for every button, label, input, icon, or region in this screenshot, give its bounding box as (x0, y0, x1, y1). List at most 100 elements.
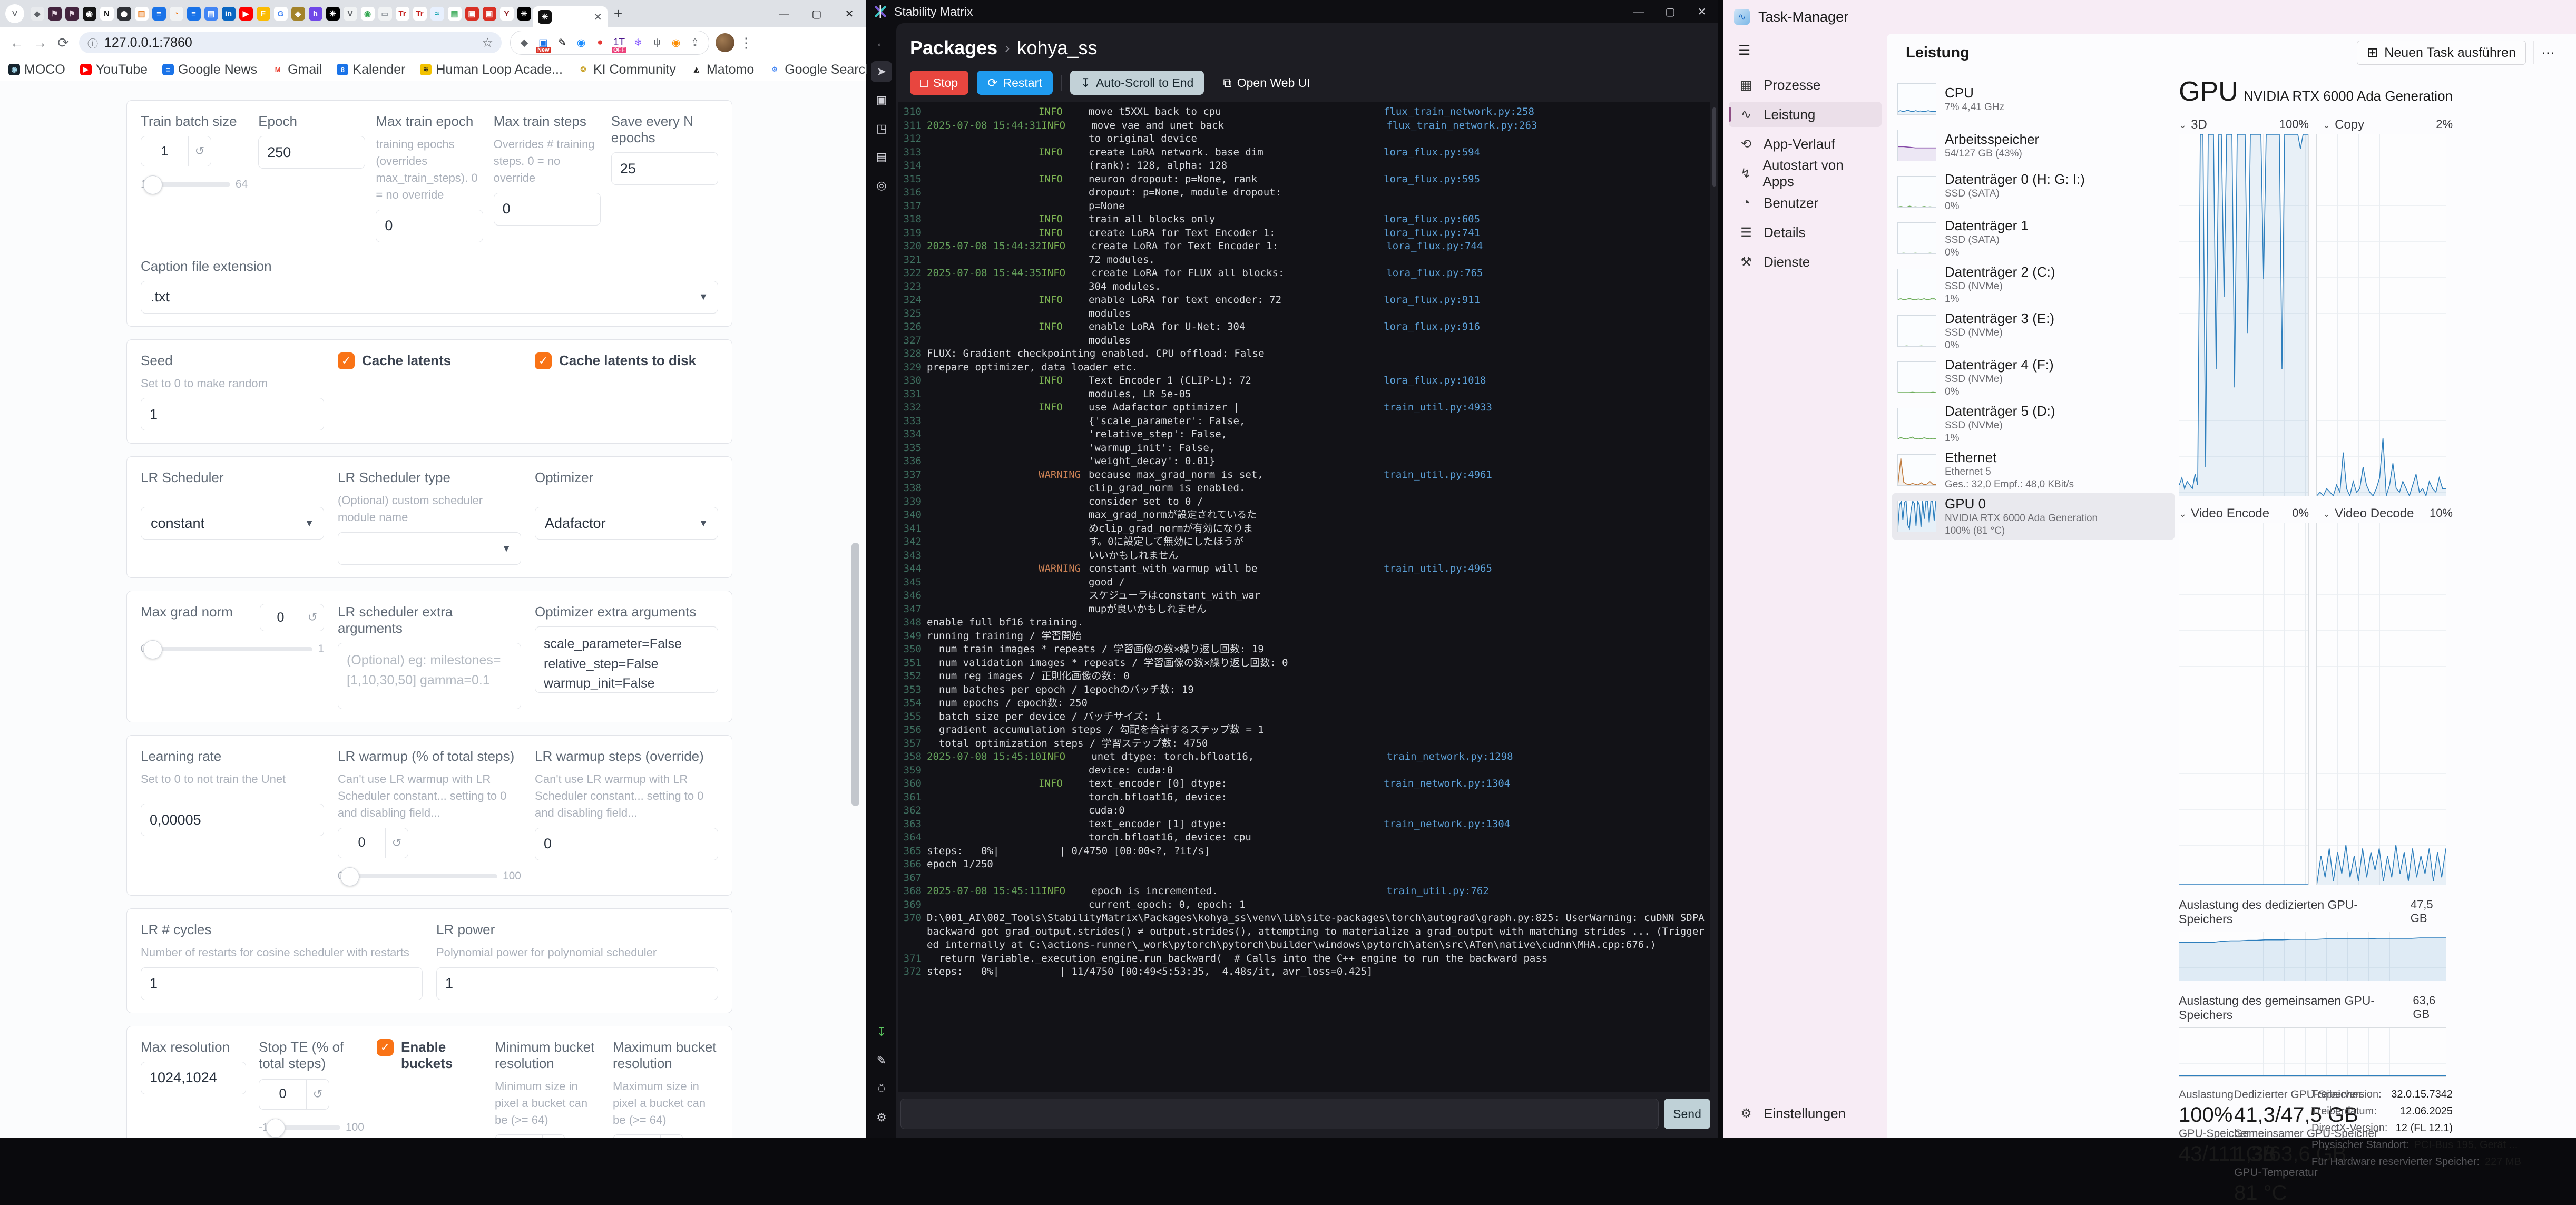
minimize-button[interactable]: — (1623, 0, 1654, 23)
pinned-tab[interactable]: ◔ (168, 3, 185, 24)
pinned-tab[interactable]: ◉ (359, 3, 376, 24)
bookmark[interactable]: ◭ Matomo (691, 62, 754, 77)
save-every-n-epochs-input[interactable]: 25 (611, 152, 718, 185)
bookmark[interactable]: ❂ KI Community (577, 62, 676, 77)
slider-knob[interactable] (266, 1119, 285, 1138)
pinned-tab[interactable]: ▥ (133, 3, 150, 24)
performance-row[interactable]: Datenträger 1 SSD (SATA) 0% (1892, 215, 2175, 261)
tm-sidebar-item[interactable]: ⚒ Dienste (1729, 249, 1882, 275)
back-icon[interactable]: ← (871, 33, 892, 54)
hamburger-menu-icon[interactable]: ☰ (1738, 42, 1887, 58)
sidebar-item-inference[interactable]: ◳ (871, 118, 892, 139)
log-console[interactable]: 310 INFO move t5XXL back to cpu flux_tra… (898, 102, 1710, 1092)
reload-icon[interactable]: ⟳ (52, 31, 75, 54)
optimizer-args-textarea[interactable]: scale_parameter=False relative_step=Fals… (535, 626, 718, 693)
pinned-tab[interactable]: h (307, 3, 324, 24)
pinned-tab[interactable]: ✳ (324, 3, 341, 24)
pinned-tab[interactable]: ⚑ (46, 3, 63, 24)
optimizer-dropdown[interactable]: Adafactor▼ (535, 507, 718, 540)
caption-extension-dropdown[interactable]: .txt▼ (141, 281, 718, 314)
send-button[interactable]: Send (1664, 1099, 1710, 1129)
minimize-button[interactable]: — (768, 0, 800, 27)
extension-icon[interactable]: ▣ New (534, 33, 553, 52)
tab-search-button[interactable]: ˅ (5, 4, 24, 23)
slider-knob[interactable] (340, 867, 359, 886)
performance-row[interactable]: GPU 0 NVIDIA RTX 6000 Ada Generation 100… (1892, 493, 2175, 540)
tm-sidebar-item[interactable]: ◔ Benutzer (1729, 190, 1882, 215)
downloads-icon[interactable]: ↧ (871, 1022, 892, 1043)
reset-icon[interactable]: ↺ (385, 828, 408, 858)
tm-sidebar-item-settings[interactable]: ⚙ Einstellungen (1729, 1101, 1882, 1126)
pinned-tab[interactable]: ▭ (376, 3, 394, 24)
tm-sidebar-item[interactable]: ▦ Prozesse (1729, 72, 1882, 97)
pinned-tab[interactable]: V (341, 3, 359, 24)
forward-icon[interactable]: → (28, 31, 52, 54)
lr-warmup-steps-input[interactable]: 0 (535, 828, 718, 860)
extension-icon[interactable]: 1T OFF (610, 33, 629, 52)
pinned-tab[interactable]: F (254, 3, 272, 24)
epoch-input[interactable]: 250 (258, 136, 365, 169)
close-button[interactable]: ✕ (1686, 0, 1718, 23)
autoscroll-toggle[interactable]: ↧Auto-Scroll to End (1070, 71, 1204, 95)
train-batch-size-input[interactable]: 1↺ (141, 136, 211, 166)
pinned-tab[interactable]: Tr (411, 3, 428, 24)
close-tab-icon[interactable]: ✕ (593, 11, 602, 24)
max-grad-norm-input[interactable]: 0↺ (260, 604, 324, 631)
tm-sidebar-item[interactable]: ∿ Leistung (1729, 102, 1882, 127)
open-web-ui-button[interactable]: ⧉Open Web UI (1212, 71, 1320, 95)
sidebar-item-model-browser[interactable]: ◎ (871, 175, 892, 196)
active-tab[interactable]: ✳ ✕ (533, 6, 608, 27)
reset-icon[interactable]: ↺ (542, 1135, 565, 1138)
breadcrumb-root[interactable]: Packages (910, 37, 997, 59)
slider-knob[interactable] (143, 640, 162, 659)
pinned-tab[interactable]: ≡ (185, 3, 202, 24)
pinned-tab[interactable]: ◈ (289, 3, 307, 24)
console-command-input[interactable] (900, 1099, 1659, 1129)
bookmark[interactable]: ▶ YouTube (80, 62, 148, 77)
chevron-down-icon[interactable]: ⌄ (2323, 120, 2330, 131)
new-tab-button[interactable]: + (608, 3, 629, 24)
pinned-tab[interactable]: G (272, 3, 289, 24)
cache-latents-checkbox[interactable]: ✓ (338, 352, 355, 369)
lr-warmup-input[interactable]: 0↺ (338, 828, 408, 858)
max-bucket-input[interactable]: 1440↺ (613, 1134, 683, 1138)
performance-row[interactable]: Ethernet Ethernet 5 Ges.: 32,0 Empf.: 48… (1892, 447, 2175, 493)
pinned-tab[interactable]: ▶ (237, 3, 254, 24)
extension-icon[interactable]: ◆ (515, 33, 534, 52)
pinned-tab[interactable]: ⚑ (63, 3, 81, 24)
reset-icon[interactable]: ↺ (306, 1080, 329, 1109)
back-icon[interactable]: ← (5, 31, 28, 54)
slider-knob[interactable] (143, 175, 162, 194)
extension-icon[interactable]: ⇪ (685, 33, 704, 52)
cache-latents-disk-checkbox[interactable]: ✓ (535, 352, 552, 369)
chevron-down-icon[interactable]: ⌄ (2179, 120, 2187, 131)
extension-icon[interactable]: ✎ (553, 33, 572, 52)
max-resolution-input[interactable]: 1024,1024 (141, 1062, 246, 1094)
run-new-task-button[interactable]: ⊞Neuen Task ausführen (2357, 41, 2526, 65)
url-bar[interactable]: ⓘ 127.0.0.1:7860 ☆ (79, 32, 502, 53)
sidebar-item-launch[interactable]: ➤ (871, 61, 892, 82)
chevron-down-icon[interactable]: ⌄ (2323, 508, 2330, 520)
maximize-button[interactable]: ▢ (800, 0, 833, 27)
tm-sidebar-item[interactable]: ⟲ App-Verlauf (1729, 131, 1882, 156)
pinned-tab[interactable]: ▣ (481, 3, 498, 24)
seed-input[interactable]: 1 (141, 398, 324, 430)
page-scrollbar[interactable] (851, 543, 859, 806)
lr-scheduler-type-dropdown[interactable]: ▼ (338, 532, 521, 565)
performance-row[interactable]: Datenträger 5 (D:) SSD (NVMe) 1% (1892, 400, 2175, 447)
stop-te-slider[interactable] (274, 1125, 340, 1130)
discord-icon[interactable]: ⍥ (871, 1079, 892, 1100)
pinned-tab[interactable]: Tr (394, 3, 411, 24)
max-train-steps-input[interactable]: 0 (494, 193, 601, 226)
lr-warmup-slider[interactable] (349, 874, 497, 878)
edit-icon[interactable]: ✎ (871, 1050, 892, 1071)
performance-row[interactable]: CPU 7% 4,41 GHz (1892, 76, 2175, 122)
extension-icon[interactable]: ● (591, 33, 610, 52)
extension-icon[interactable]: ❄ (629, 33, 648, 52)
performance-row[interactable]: Datenträger 0 (H: G: I:) SSD (SATA) 0% (1892, 169, 2175, 215)
stop-button[interactable]: □Stop (910, 71, 968, 95)
chevron-down-icon[interactable]: ⌄ (2179, 508, 2187, 520)
pinned-tab[interactable]: ✳ (515, 3, 533, 24)
lr-cycles-input[interactable]: 1 (141, 967, 423, 1000)
pinned-tab[interactable]: ◉ (81, 3, 98, 24)
